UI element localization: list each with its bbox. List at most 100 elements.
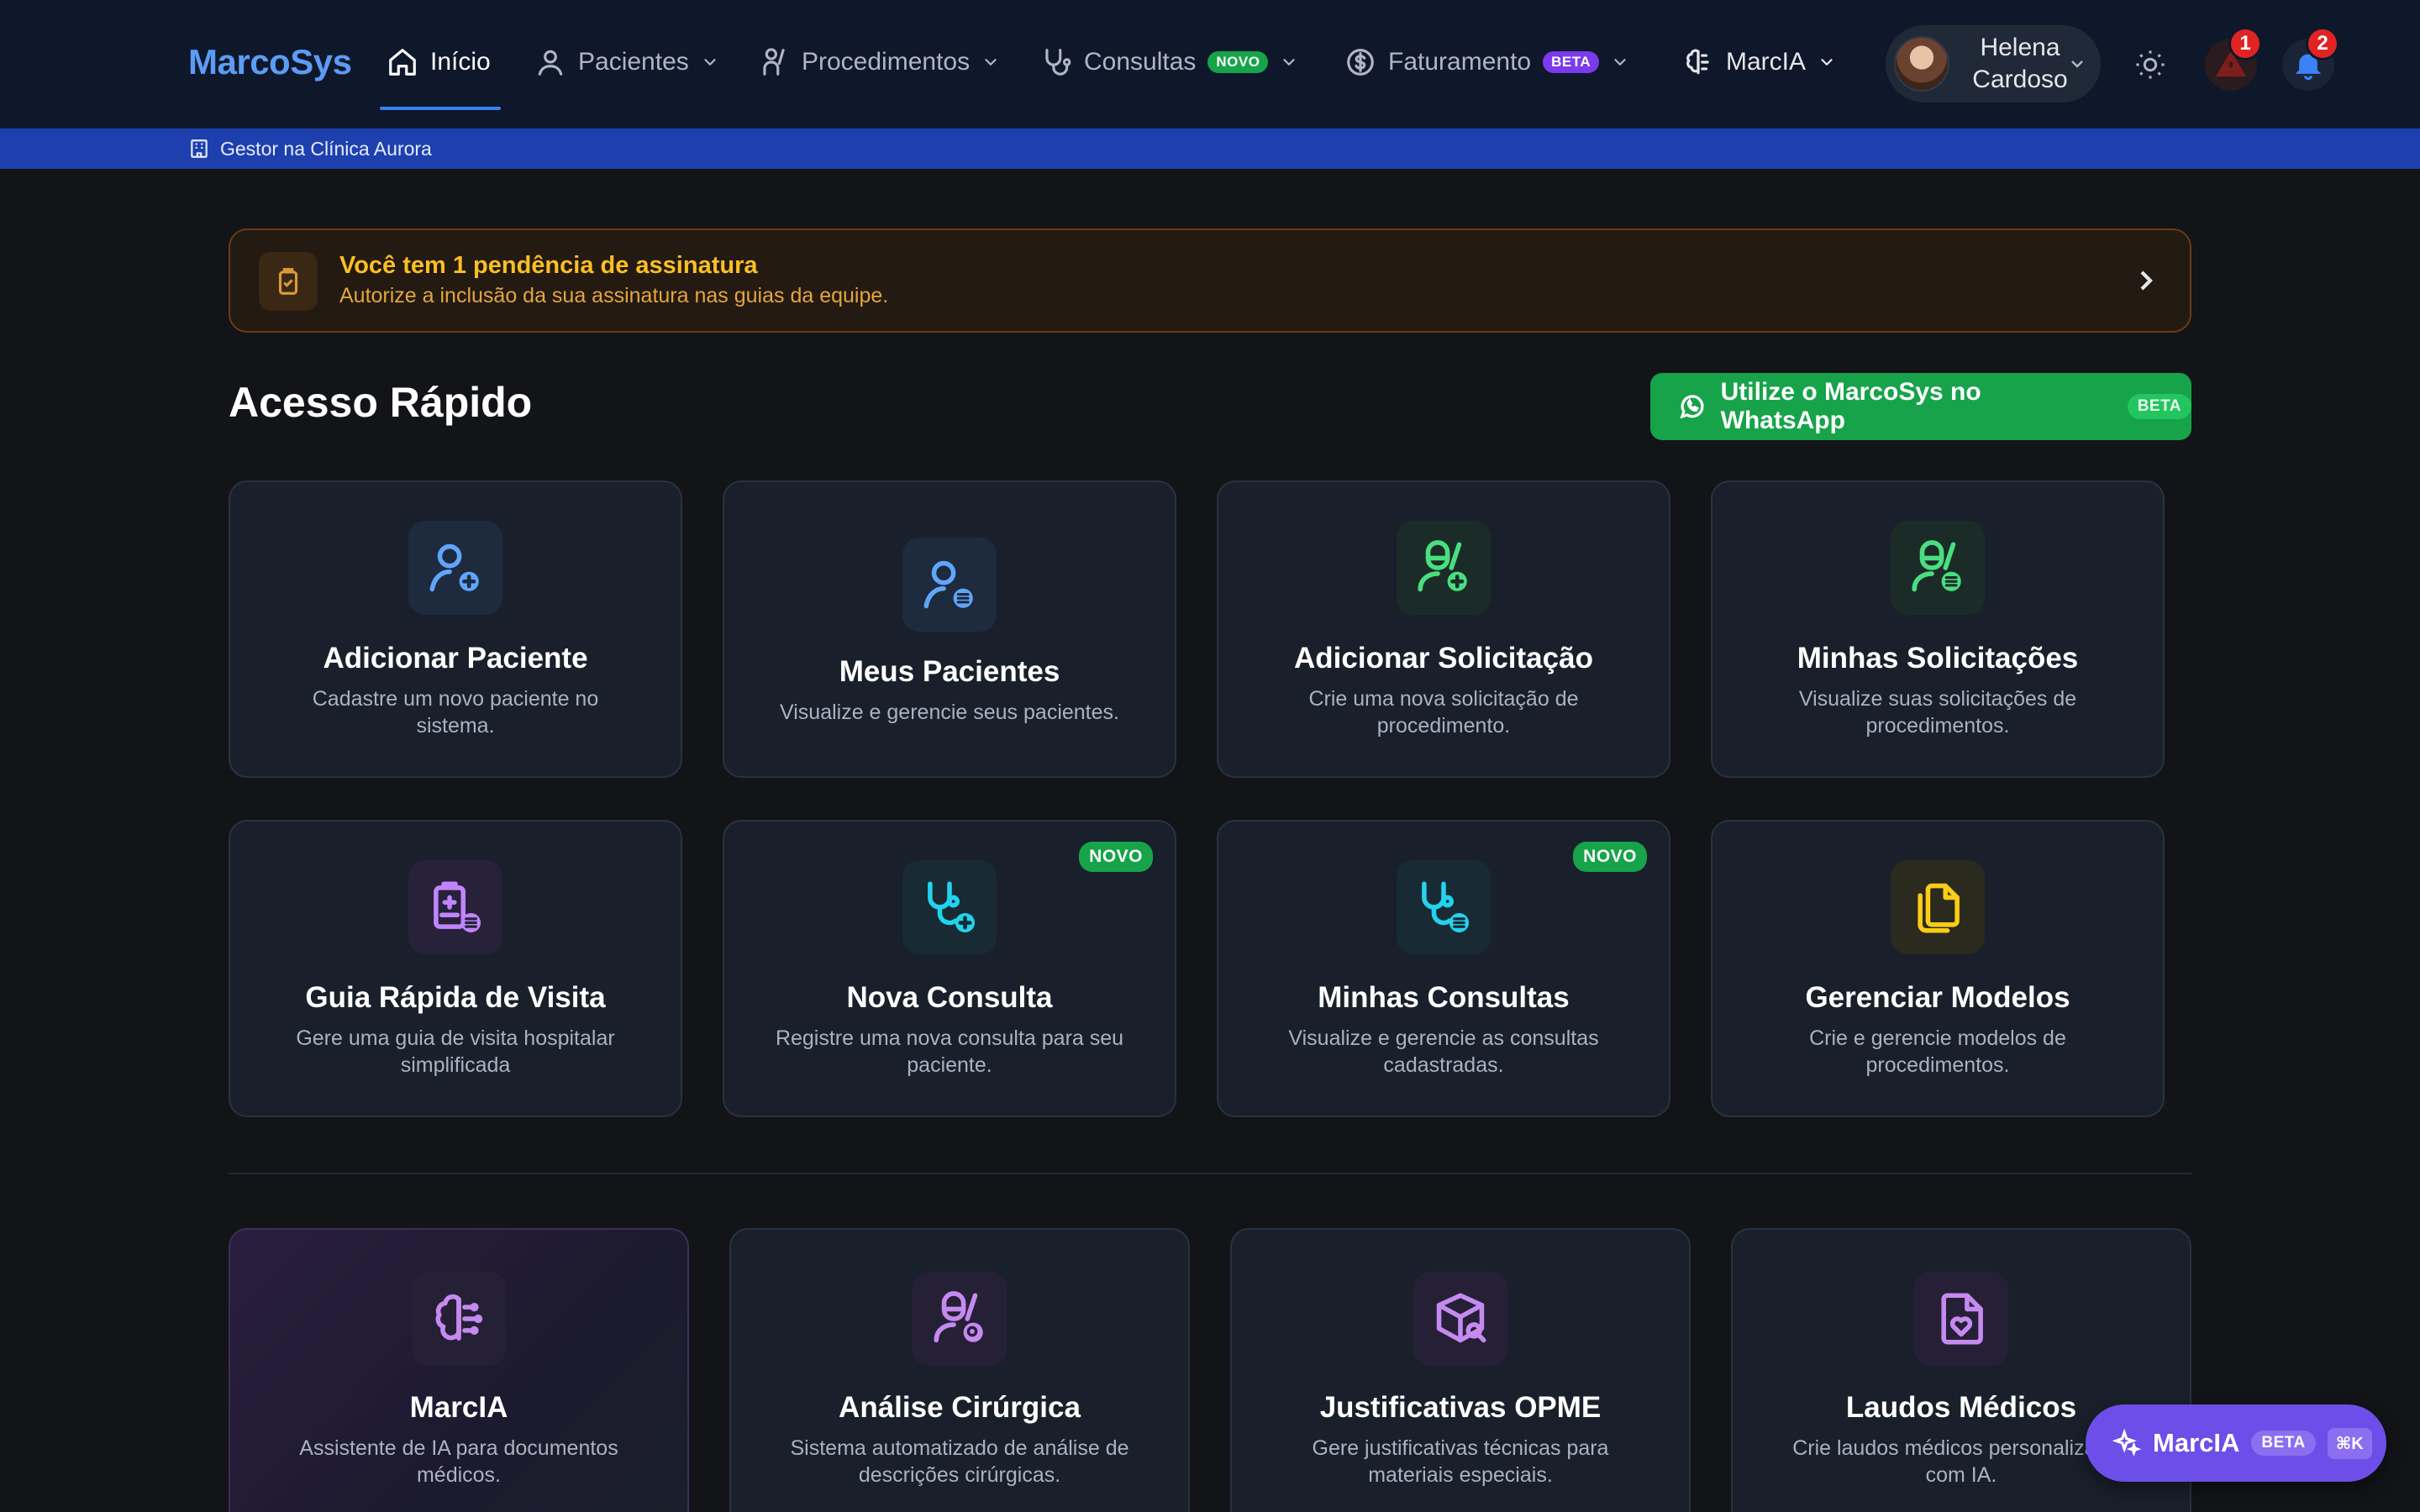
card-title: Minhas Consultas xyxy=(1318,981,1570,1014)
warnings-count-badge: 1 xyxy=(2228,27,2262,60)
user-name: Helena Cardoso xyxy=(1972,34,2068,93)
nav-marcia-label: MarcIA xyxy=(1726,48,1807,76)
nav-pacientes[interactable]: Pacientes xyxy=(534,39,719,86)
notifications-count-badge: 2 xyxy=(2306,27,2339,60)
theme-toggle-button[interactable] xyxy=(2124,39,2176,91)
banner-title: Você tem 1 pendência de assinatura xyxy=(339,252,758,279)
section-title: Acesso Rápido xyxy=(229,379,533,426)
card-description: Crie uma nova solicitação de procediment… xyxy=(1308,687,1579,738)
card-title: Guia Rápida de Visita xyxy=(305,981,606,1014)
beta-badge: BETA xyxy=(1543,51,1600,73)
chevron-down-icon xyxy=(985,59,997,66)
dollar-circle-icon xyxy=(1347,49,1374,76)
clinic-context-label: Gestor na Clínica Aurora xyxy=(220,137,432,160)
file-heart-icon xyxy=(1914,1272,2008,1366)
top-navbar: MarcoSys Início Pacientes Procedimentos … xyxy=(0,0,2420,129)
user-plus-icon xyxy=(408,521,502,615)
stethoscope-plus-icon xyxy=(902,860,997,954)
user-icon xyxy=(538,50,563,76)
chevron-down-icon xyxy=(704,59,716,66)
clinic-context-bar: Gestor na Clínica Aurora xyxy=(0,129,2420,169)
brand-logo[interactable]: MarcoSys xyxy=(188,42,352,82)
chevron-down-icon xyxy=(1283,59,1296,66)
keyboard-shortcut: ⌘K xyxy=(2327,1427,2372,1459)
card-minhas-solicitacoes[interactable]: Minhas Solicitações Visualize suas solic… xyxy=(1711,480,2165,778)
whatsapp-button-label: Utilize o MarcoSys no WhatsApp xyxy=(1720,378,1981,434)
chevron-down-icon xyxy=(2071,60,2083,68)
nav-consultas[interactable]: Consultas NOVO xyxy=(1040,39,1298,86)
nav-inicio-label: Início xyxy=(430,48,491,76)
chevron-right-icon xyxy=(2140,270,2153,291)
card-title: Gerenciar Modelos xyxy=(1805,981,2070,1014)
card-title: Adicionar Paciente xyxy=(323,642,588,675)
user-list-icon xyxy=(902,538,997,632)
card-title: Nova Consulta xyxy=(846,981,1053,1014)
nav-marcia[interactable]: MarcIA xyxy=(1682,39,1836,86)
card-marcia[interactable]: MarcIA Assistente de IA para documentos … xyxy=(229,1228,689,1512)
fab-label: MarcIA xyxy=(2153,1428,2240,1457)
card-title: Análise Cirúrgica xyxy=(839,1391,1081,1424)
clipboard-check-icon xyxy=(259,252,318,311)
card-description: Sistema automatizado de análise de descr… xyxy=(790,1436,1129,1487)
whatsapp-button[interactable]: Utilize o MarcoSys no WhatsApp BETA xyxy=(1650,373,2191,440)
card-minhas-consultas[interactable]: NOVO Minhas Consultas Visualize e gerenc… xyxy=(1217,820,1670,1117)
nav-consultas-label: Consultas xyxy=(1084,48,1197,76)
novo-badge: NOVO xyxy=(1207,51,1269,73)
nav-pacientes-label: Pacientes xyxy=(578,48,689,76)
banner-subtitle: Autorize a inclusão da sua assinatura na… xyxy=(339,284,889,307)
novo-badge: NOVO xyxy=(1573,842,1647,872)
surgeon-plus-icon xyxy=(1397,521,1491,615)
card-meus-pacientes[interactable]: Meus Pacientes Visualize e gerencie seus… xyxy=(723,480,1176,778)
warnings-button[interactable]: 1 xyxy=(2205,27,2262,91)
package-search-icon xyxy=(1413,1272,1507,1366)
card-description: Assistente de IA para documentos médicos… xyxy=(299,1436,618,1487)
nav-faturamento-label: Faturamento xyxy=(1388,48,1532,76)
surgeon-icon xyxy=(763,48,785,76)
beta-badge: BETA xyxy=(2127,394,2191,419)
card-adicionar-paciente[interactable]: Adicionar Paciente Cadastre um novo paci… xyxy=(229,480,682,778)
card-adicionar-solicitacao[interactable]: Adicionar Solicitação Crie uma nova soli… xyxy=(1217,480,1670,778)
stethoscope-icon xyxy=(1045,49,1071,76)
card-description: Gere uma guia de visita hospitalar simpl… xyxy=(296,1026,615,1077)
beta-badge: BETA xyxy=(2251,1431,2316,1456)
card-title: Justificativas OPME xyxy=(1319,1391,1602,1424)
novo-badge: NOVO xyxy=(1079,842,1153,872)
signature-pending-banner[interactable]: Você tem 1 pendência de assinatura Autor… xyxy=(229,228,2191,333)
home-icon xyxy=(389,49,416,76)
building-icon xyxy=(191,139,208,158)
chevron-down-icon xyxy=(1614,59,1626,66)
card-title: MarcIA xyxy=(409,1391,508,1424)
card-description: Registre uma nova consulta para seu paci… xyxy=(775,1026,1124,1077)
avatar xyxy=(1894,36,1949,92)
marcia-floating-button[interactable]: MarcIA BETA ⌘K xyxy=(2086,1404,2386,1482)
whatsapp-icon xyxy=(1680,395,1704,419)
clipboard-list-icon xyxy=(408,860,502,954)
stethoscope-list-icon xyxy=(1397,860,1491,954)
nav-procedimentos[interactable]: Procedimentos xyxy=(758,39,1000,86)
card-analise-cirurgica[interactable]: Análise Cirúrgica Sistema automatizado d… xyxy=(729,1228,1190,1512)
card-gerenciar-modelos[interactable]: Gerenciar Modelos Crie e gerencie modelo… xyxy=(1711,820,2165,1117)
card-title: Adicionar Solicitação xyxy=(1294,642,1593,675)
surgeon-search-icon xyxy=(913,1272,1007,1366)
user-menu[interactable]: Helena Cardoso xyxy=(1886,25,2101,102)
card-description: Visualize suas solicitações de procedime… xyxy=(1798,687,2077,738)
card-description: Cadastre um novo paciente no sistema. xyxy=(312,687,599,738)
files-icon xyxy=(1891,860,1985,954)
chevron-down-icon xyxy=(1821,59,1833,66)
brain-icon xyxy=(412,1272,506,1366)
nav-inicio[interactable]: Início xyxy=(387,39,491,86)
card-title: Minhas Solicitações xyxy=(1797,642,2079,675)
section-divider xyxy=(229,1173,2191,1174)
surgeon-list-icon xyxy=(1891,521,1985,615)
notifications-button[interactable]: 2 xyxy=(2282,27,2339,91)
nav-procedimentos-label: Procedimentos xyxy=(802,48,971,76)
card-title: Meus Pacientes xyxy=(839,655,1060,688)
card-justificativas-opme[interactable]: Justificativas OPME Gere justificativas … xyxy=(1230,1228,1691,1512)
card-nova-consulta[interactable]: NOVO Nova Consulta Registre uma nova con… xyxy=(723,820,1176,1117)
card-description: Visualize e gerencie as consultas cadast… xyxy=(1288,1026,1599,1077)
card-description: Crie e gerencie modelos de procedimentos… xyxy=(1809,1026,2066,1077)
nav-faturamento[interactable]: Faturamento BETA xyxy=(1344,39,1629,86)
card-description: Gere justificativas técnicas para materi… xyxy=(1312,1436,1609,1487)
sparkles-icon xyxy=(2112,1429,2141,1457)
card-guia-rapida-visita[interactable]: Guia Rápida de Visita Gere uma guia de v… xyxy=(229,820,682,1117)
